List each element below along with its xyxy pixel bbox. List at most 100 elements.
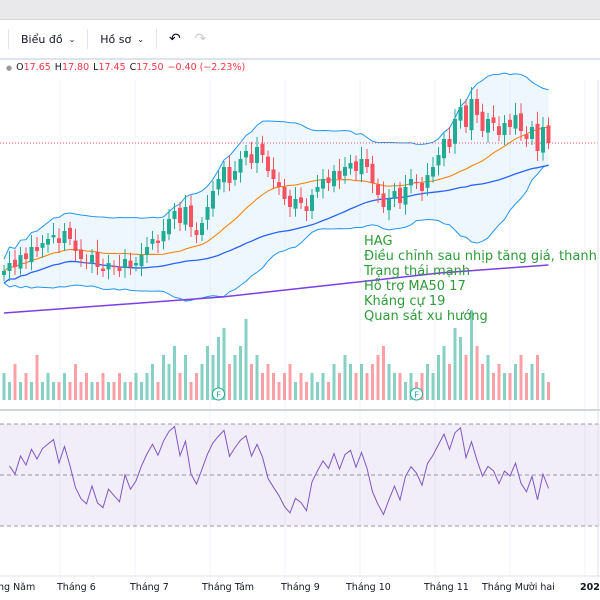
candle-body xyxy=(172,211,177,219)
candle-body xyxy=(293,199,298,209)
volume-bar xyxy=(547,382,550,400)
candle-body xyxy=(57,238,61,243)
candle-body xyxy=(35,247,39,251)
candle-body xyxy=(227,167,232,183)
candle-body xyxy=(211,191,215,209)
volume-bar xyxy=(310,373,314,400)
volume-bar xyxy=(129,382,132,400)
dividend-marker-label: F xyxy=(216,391,221,400)
volume-bar xyxy=(288,364,292,400)
candle-body xyxy=(79,249,83,259)
annotation-line: HAG xyxy=(364,234,393,249)
candle-body xyxy=(370,163,375,183)
candle-body xyxy=(90,255,94,263)
candle-body xyxy=(310,195,314,211)
candle-body xyxy=(431,167,435,177)
dividend-marker-label: F xyxy=(414,391,419,400)
candle-body xyxy=(398,187,402,203)
volume-bar xyxy=(41,382,44,400)
candle-body xyxy=(519,113,523,131)
candle-body xyxy=(508,119,512,127)
candle-body xyxy=(62,231,67,243)
volume-bar xyxy=(30,382,33,400)
volume-bar xyxy=(90,382,94,400)
volume-bar xyxy=(541,373,545,400)
volume-bar xyxy=(151,364,154,400)
candle-body xyxy=(167,219,171,235)
volume-bar xyxy=(475,346,479,400)
candle-body xyxy=(271,169,276,179)
candle-body xyxy=(354,161,358,171)
volume-bar xyxy=(140,382,143,400)
volume-bar xyxy=(431,373,435,400)
candle-body xyxy=(189,205,193,227)
time-label: 2026 xyxy=(580,582,600,593)
volume-bar xyxy=(85,373,88,400)
candle-body xyxy=(117,267,122,271)
volume-bar xyxy=(178,373,182,400)
candle-body xyxy=(194,230,199,235)
candle-body xyxy=(359,159,364,175)
volume-bar xyxy=(35,355,39,400)
candle-body xyxy=(491,117,496,123)
volume-bar xyxy=(305,382,308,400)
candle-body xyxy=(453,119,457,144)
volume-bar xyxy=(112,382,116,400)
volume-bar xyxy=(338,373,341,400)
volume-bar xyxy=(294,382,297,400)
volume-bar xyxy=(2,373,6,400)
volume-bar xyxy=(134,373,138,400)
candle-body xyxy=(24,253,28,259)
candle-body xyxy=(348,163,353,169)
volume-bar xyxy=(277,382,281,400)
candle-body xyxy=(464,105,468,127)
volume-bar xyxy=(519,355,523,400)
candle-body xyxy=(381,193,386,207)
volume-bar xyxy=(459,337,462,400)
volume-bar xyxy=(107,382,110,400)
candle-body xyxy=(277,182,281,187)
volume-bar xyxy=(525,373,528,400)
volume-bar xyxy=(376,355,380,400)
volume-bar xyxy=(382,346,385,400)
candle-body xyxy=(2,271,6,275)
candle-body xyxy=(84,262,89,264)
volume-bar xyxy=(101,373,105,400)
candle-body xyxy=(260,143,265,155)
candle-body xyxy=(409,179,413,186)
volume-bar xyxy=(206,346,209,400)
time-label: Tháng 10 xyxy=(346,582,391,593)
volume-bar xyxy=(228,364,231,400)
candle-body xyxy=(266,156,270,171)
volume-bar xyxy=(365,373,369,400)
candle-body xyxy=(535,123,540,151)
volume-bar xyxy=(442,346,446,400)
volume-bar xyxy=(167,364,171,400)
candle-body xyxy=(7,263,12,271)
volume-bar xyxy=(255,355,259,400)
candle-body xyxy=(112,266,116,268)
annotation-line: Điều chỉnh sau nhịp tăng giá, thanh k xyxy=(364,249,600,264)
volume-bar xyxy=(233,355,237,400)
volume-bar xyxy=(195,373,198,400)
candle-body xyxy=(183,207,188,225)
annotation-line: Kháng cự 19 xyxy=(364,294,446,309)
chart-annotation[interactable]: HAG Điều chỉnh sau nhịp tăng giá, thanh … xyxy=(364,234,600,324)
candle-body xyxy=(315,187,320,192)
volume-bar xyxy=(503,373,506,400)
volume-bar xyxy=(184,355,187,400)
candle-body xyxy=(530,127,534,139)
candle-body xyxy=(282,187,287,199)
candle-body xyxy=(205,207,210,220)
volume-bar xyxy=(200,364,204,400)
volume-bar xyxy=(24,373,28,400)
volume-bar xyxy=(393,373,396,400)
time-axis[interactable]: ng Năm Tháng 6 Tháng 7 Tháng Tám Tháng 9… xyxy=(0,578,600,600)
volume-bar xyxy=(508,373,512,400)
candle-body xyxy=(326,177,331,183)
volume-bar xyxy=(156,382,160,400)
volume-bar xyxy=(448,364,451,400)
volume-bar xyxy=(514,364,517,400)
time-label: ng Năm xyxy=(0,582,36,593)
annotation-line: Trạng thái mạnh xyxy=(364,264,471,279)
